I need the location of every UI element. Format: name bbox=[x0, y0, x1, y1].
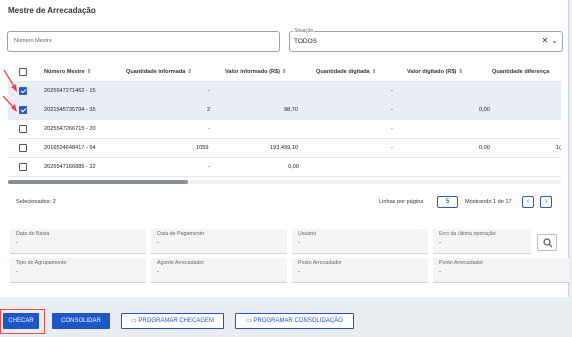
ponto-arrecadador-field: Ponto Arrecadador - bbox=[433, 258, 569, 283]
row-checkbox[interactable] bbox=[19, 163, 27, 171]
field-label: Data de Baixa bbox=[16, 231, 50, 237]
numero-mestre-placeholder: Número Mestre bbox=[14, 38, 52, 44]
cell-valor-informado: 193.499,10 bbox=[270, 145, 298, 151]
posto-arrecadador-field: Posto Arrecadador - bbox=[292, 258, 428, 283]
selected-count: Selecionados: 2 bbox=[16, 199, 56, 205]
field-label: Usuário bbox=[298, 231, 317, 237]
table-header-row: Número Mestre ⇕ Quantidade informada ⇕ Val… bbox=[8, 63, 561, 82]
prev-page-button[interactable]: ‹ bbox=[522, 196, 534, 208]
field-value: - bbox=[16, 240, 18, 246]
cell-valor-digitado: 0,00 bbox=[479, 107, 490, 113]
cell-qtd-diferenca: 1( bbox=[556, 145, 561, 151]
header-quantidade-digitada[interactable]: Quantidade digitada ⇕ bbox=[316, 69, 376, 75]
data-baixa-field: Data de Baixa - bbox=[10, 229, 146, 254]
situacao-legend: Situação bbox=[293, 28, 315, 34]
cell-qtd-informada: 1059 bbox=[196, 145, 209, 151]
field-value: - bbox=[157, 240, 159, 246]
cell-qtd-digitada: - bbox=[391, 126, 393, 132]
programar-consolidacao-button[interactable]: ▭ PROGRAMAR CONSOLIDAÇÃO bbox=[235, 313, 354, 329]
mestre-table: Número Mestre ⇕ Quantidade informada ⇕ Val… bbox=[8, 63, 561, 184]
header-numero-mestre[interactable]: Número Mestre ⇕ bbox=[44, 69, 91, 75]
cell-qtd-digitada: - bbox=[391, 145, 393, 151]
agente-arrecadador-field: Agente Arrecadador - bbox=[151, 258, 287, 283]
field-value: - bbox=[16, 269, 18, 275]
cell-numero: 2025547266715 - 20 bbox=[44, 126, 96, 132]
cell-valor-informado: 0,00 bbox=[288, 164, 299, 170]
search-icon bbox=[543, 238, 553, 248]
row-checkbox[interactable] bbox=[19, 144, 27, 152]
header-valor-digitado[interactable]: Valor digitado (R$) ⇕ bbox=[407, 69, 463, 75]
header-quantidade-diferenca[interactable]: Quantidade diferença bbox=[492, 69, 549, 75]
calendar-icon: ▭ bbox=[130, 318, 137, 324]
table-row[interactable]: 2025547271462 - 15 - - bbox=[8, 82, 561, 101]
field-label: Data de Pagamento bbox=[157, 231, 205, 237]
table-row[interactable]: 2021545735704 - 35 2 98,70 - 0,00 bbox=[8, 101, 561, 120]
clear-icon[interactable]: ✕ bbox=[542, 36, 549, 45]
main-panel: Mestre de Arrecadação Número Mestre Situ… bbox=[0, 0, 569, 297]
annotation-arrows bbox=[2, 69, 17, 112]
field-label: Ponto Arrecadador bbox=[439, 260, 484, 266]
cell-valor-digitado: 0,00 bbox=[479, 145, 490, 151]
field-value: - bbox=[298, 269, 300, 275]
chevron-left-icon: ‹ bbox=[526, 198, 530, 205]
field-label: Posto Arrecadador bbox=[298, 260, 342, 266]
field-label: Tipo de Agrupamento bbox=[16, 260, 67, 266]
cell-numero: 2025547271462 - 15 bbox=[44, 88, 96, 94]
field-label: Erro da última operação bbox=[439, 231, 496, 237]
cell-numero: 2025547166885 - 32 bbox=[44, 164, 96, 170]
table-row[interactable]: 2016534648417 - 94 1059 193.499,10 - 0,0… bbox=[8, 139, 561, 158]
table-row[interactable]: 2025547166885 - 32 - 0,00 bbox=[8, 158, 561, 177]
cell-valor-informado: 98,70 bbox=[284, 107, 298, 113]
cell-qtd-informada: 2 bbox=[207, 107, 211, 113]
usuario-field: Usuário - bbox=[292, 229, 428, 254]
programar-checagem-label: PROGRAMAR CHECAGEM bbox=[138, 318, 215, 324]
situacao-value: TODOS bbox=[294, 38, 317, 45]
next-page-button[interactable]: › bbox=[540, 196, 552, 208]
cell-qtd-digitada: - bbox=[391, 88, 393, 94]
programar-consolidacao-label: PROGRAMAR CONSOLIDAÇÃO bbox=[253, 318, 343, 324]
field-value: - bbox=[439, 240, 441, 246]
cell-qtd-informada: - bbox=[208, 164, 210, 170]
field-value: - bbox=[298, 240, 300, 246]
checar-button[interactable]: CHECAR bbox=[3, 313, 39, 329]
field-value: - bbox=[157, 269, 159, 275]
chevron-right-icon: › bbox=[544, 198, 548, 205]
cell-qtd-digitada: - bbox=[391, 107, 393, 113]
erro-ultima-operacao-field: Erro da última operação - bbox=[433, 229, 531, 254]
cell-numero: 2021545735704 - 35 bbox=[44, 107, 96, 113]
field-value: - bbox=[439, 269, 441, 275]
cell-numero: 2016534648417 - 94 bbox=[44, 145, 96, 151]
tipo-agrupamento-field: Tipo de Agrupamento - bbox=[10, 258, 146, 283]
calendar-icon: ▭ bbox=[246, 318, 252, 324]
cell-qtd-informada: - bbox=[208, 126, 210, 132]
scrollbar-thumb[interactable] bbox=[8, 180, 188, 184]
programar-checagem-button[interactable]: ▭ PROGRAMAR CHECAGEM bbox=[121, 313, 224, 329]
search-button[interactable] bbox=[537, 234, 557, 251]
rows-per-page-label: Linhas por página bbox=[379, 199, 424, 205]
table-horizontal-scrollbar[interactable] bbox=[8, 180, 561, 184]
numero-mestre-input[interactable]: Número Mestre bbox=[7, 31, 280, 52]
consolidar-button[interactable]: CONSOLIDAR bbox=[52, 313, 110, 329]
situacao-select[interactable]: Situação TODOS ✕ ⌄ bbox=[289, 28, 563, 52]
data-pagamento-field: Data de Pagamento - bbox=[151, 229, 287, 254]
header-valor-informado[interactable]: Valor informado (R$) ⇕ bbox=[225, 69, 287, 75]
page-title: Mestre de Arrecadação bbox=[8, 6, 96, 15]
field-label: Agente Arrecadador bbox=[157, 260, 205, 266]
pagination-status: Mostrando 1 de 17 bbox=[465, 199, 512, 205]
rows-per-page-select[interactable]: 5 bbox=[437, 196, 458, 208]
chevron-down-icon[interactable]: ⌄ bbox=[551, 36, 558, 45]
header-quantidade-informada[interactable]: Quantidade informada ⇕ bbox=[126, 69, 192, 75]
table-row[interactable]: 2025547266715 - 20 - - bbox=[8, 120, 561, 139]
cell-qtd-informada: - bbox=[208, 88, 210, 94]
